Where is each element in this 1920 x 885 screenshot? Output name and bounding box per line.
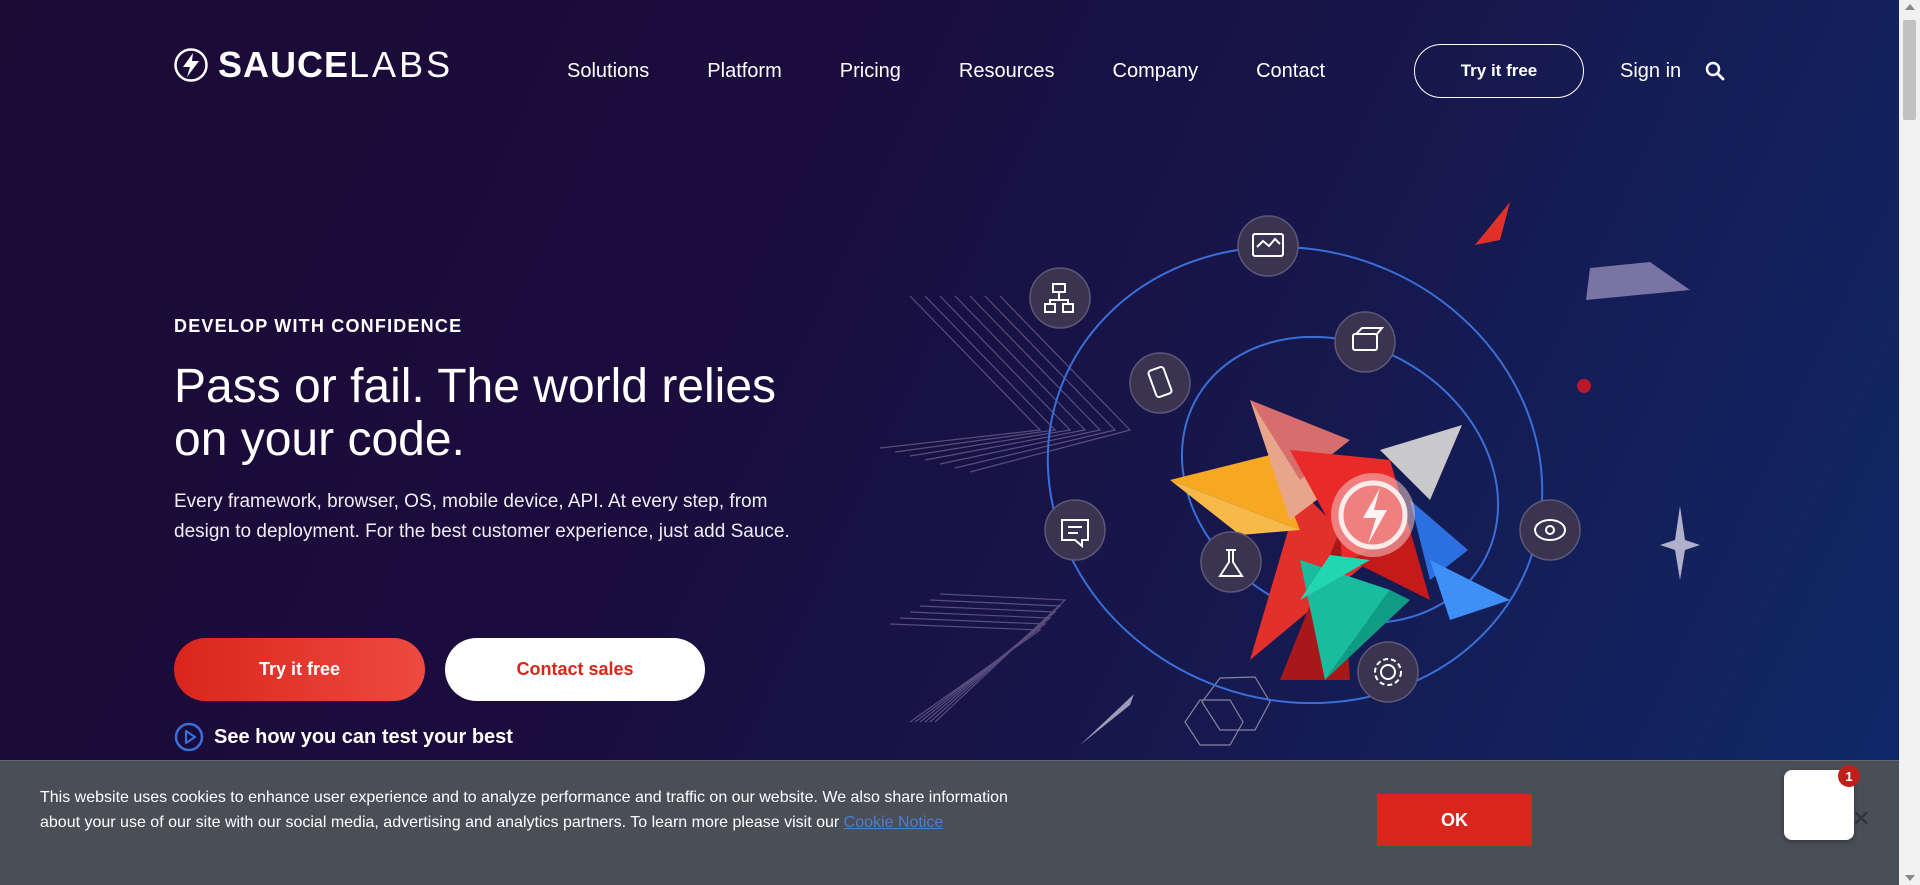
scroll-up-arrow-icon[interactable]	[1905, 4, 1915, 10]
decor-sparkle	[1660, 506, 1700, 580]
nav-company[interactable]: Company	[1113, 60, 1199, 83]
page-scrollbar[interactable]	[1899, 0, 1920, 885]
decorative-cubes	[1184, 676, 1271, 746]
scroll-down-arrow-icon[interactable]	[1905, 875, 1915, 881]
decor-comet	[1080, 694, 1134, 745]
play-circle-icon	[174, 722, 204, 752]
scroll-thumb[interactable]	[1903, 20, 1916, 120]
cookie-ok-button[interactable]: OK	[1377, 794, 1532, 846]
nav-resources[interactable]: Resources	[959, 60, 1055, 83]
logo-text-bold: SAUCE	[218, 44, 350, 85]
saucelabs-logo[interactable]: SAUCELABS	[174, 47, 453, 83]
watch-video-link[interactable]: See how you can test your best	[174, 722, 513, 752]
watch-video-label: See how you can test your best	[214, 725, 513, 748]
search-icon[interactable]	[1705, 61, 1725, 81]
page: SAUCELABS Solutions Platform Pricing Res…	[0, 0, 1899, 885]
sign-in-link[interactable]: Sign in	[1620, 60, 1681, 83]
cookie-message: This website uses cookies to enhance use…	[40, 785, 1050, 835]
chat-notification-badge: 1	[1838, 765, 1860, 787]
cookie-banner: This website uses cookies to enhance use…	[0, 760, 1899, 885]
nav-contact[interactable]: Contact	[1256, 60, 1325, 83]
sauce-bolt-icon	[174, 48, 208, 82]
main-nav: Solutions Platform Pricing Resources Com…	[567, 60, 1325, 83]
cookie-notice-link[interactable]: Cookie Notice	[844, 814, 944, 831]
decor-triangle-red	[1475, 202, 1510, 245]
nav-solutions[interactable]: Solutions	[567, 60, 649, 83]
hero-subtext: Every framework, browser, OS, mobile dev…	[174, 491, 790, 542]
hero-eyebrow: DEVELOP WITH CONFIDENCE	[174, 316, 463, 336]
nav-pricing[interactable]: Pricing	[840, 60, 901, 83]
decor-triangle-purple	[1586, 262, 1690, 300]
logo-text-light: LABS	[349, 44, 454, 85]
logo-wordmark: SAUCELABS	[218, 47, 453, 83]
hero-illustration	[879, 202, 1700, 746]
contact-sales-button[interactable]: Contact sales	[445, 638, 705, 701]
header-try-free-button[interactable]: Try it free	[1414, 44, 1584, 98]
hero-headline: Pass or fail. The world relies on your c…	[174, 360, 777, 466]
try-free-button[interactable]: Try it free	[174, 638, 425, 701]
nav-platform[interactable]: Platform	[707, 60, 781, 83]
cookie-close-icon[interactable]: ✕	[1852, 806, 1870, 832]
decor-dot-red	[1577, 379, 1591, 393]
